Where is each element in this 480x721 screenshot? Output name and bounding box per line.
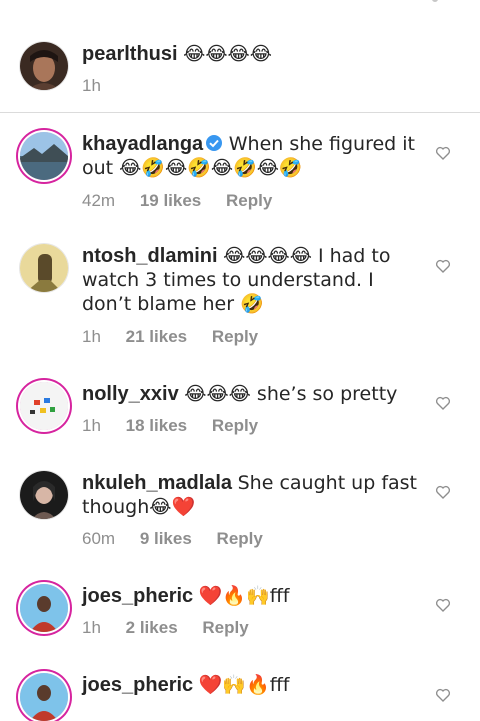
comment-body: 😂😂😂 she’s so pretty	[184, 383, 398, 405]
comment-body: ❤️🔥🙌fff	[198, 585, 290, 607]
comment-likes[interactable]: 18 likes	[126, 416, 187, 435]
reply-button[interactable]: Reply	[217, 529, 263, 548]
comment-likes[interactable]: 2 likes	[126, 618, 178, 637]
avatar[interactable]	[20, 42, 68, 90]
reply-button[interactable]: Reply	[202, 618, 248, 637]
avatar[interactable]	[20, 132, 68, 180]
comment-likes[interactable]: 19 likes	[140, 191, 201, 210]
comment-username[interactable]: joes_pheric	[82, 674, 193, 696]
heart-outline-icon[interactable]	[434, 483, 452, 501]
reply-button[interactable]: Reply	[212, 416, 258, 435]
comment-text: joes_pheric ❤️🔥🙌fff	[82, 584, 422, 608]
verified-badge-icon	[205, 134, 223, 152]
avatar[interactable]	[20, 584, 68, 632]
avatar[interactable]	[20, 244, 68, 292]
caption-text: pearlthusi 😂😂😂😂	[82, 42, 422, 66]
heart-outline-icon[interactable]	[434, 257, 452, 275]
comment-text: nolly_xxiv 😂😂😂 she’s so pretty	[82, 382, 422, 406]
comment-time: 60m	[82, 529, 116, 548]
comment-text: nkuleh_madlala She caught up fast though…	[82, 471, 422, 519]
comment-username[interactable]: nolly_xxiv	[82, 383, 179, 405]
comment-username[interactable]: joes_pheric	[82, 585, 193, 607]
comment-meta: 60m 9 likes Reply	[82, 529, 283, 549]
comment-meta: 1h 21 likes Reply	[82, 327, 278, 347]
comment-username[interactable]: ntosh_dlamini	[82, 245, 218, 267]
comment-body: ❤️🙌🔥fff	[198, 674, 290, 696]
caption-meta: 1h	[82, 76, 121, 96]
comment-time: 1h	[82, 416, 101, 435]
heart-outline-icon[interactable]	[434, 144, 452, 162]
comment-text: joes_pheric ❤️🙌🔥fff	[82, 673, 422, 697]
comment-meta: 1h 18 likes Reply	[82, 416, 278, 436]
comment-time: 1h	[82, 327, 101, 346]
avatar[interactable]	[20, 382, 68, 430]
comment-time: 42m	[82, 191, 116, 210]
comment-likes[interactable]: 9 likes	[140, 529, 192, 548]
caption-time: 1h	[82, 76, 101, 95]
reply-button[interactable]: Reply	[226, 191, 272, 210]
heart-outline-icon[interactable]	[434, 394, 452, 412]
comment-time: 1h	[82, 618, 101, 637]
caption-body: 😂😂😂😂	[183, 43, 272, 65]
comment-likes[interactable]: 21 likes	[126, 327, 187, 346]
comment-meta: 1h 2 likes Reply	[82, 618, 269, 638]
comment-text: khayadlanga When she figured it out 😂🤣😂🤣…	[82, 132, 422, 180]
post-caption: pearlthusi 😂😂😂😂 1h	[0, 0, 480, 112]
comment-username[interactable]: nkuleh_madlala	[82, 472, 232, 494]
comment-text: ntosh_dlamini 😂😂😂😂 I had to watch 3 time…	[82, 244, 422, 316]
heart-outline-icon[interactable]	[434, 596, 452, 614]
heart-outline-icon[interactable]	[434, 686, 452, 704]
avatar[interactable]	[20, 471, 68, 519]
divider	[0, 112, 480, 113]
avatar[interactable]	[20, 673, 68, 721]
reply-button[interactable]: Reply	[212, 327, 258, 346]
caption-username[interactable]: pearlthusi	[82, 43, 178, 65]
comment-username[interactable]: khayadlanga	[82, 133, 203, 155]
comment-meta: 42m 19 likes Reply	[82, 191, 292, 211]
